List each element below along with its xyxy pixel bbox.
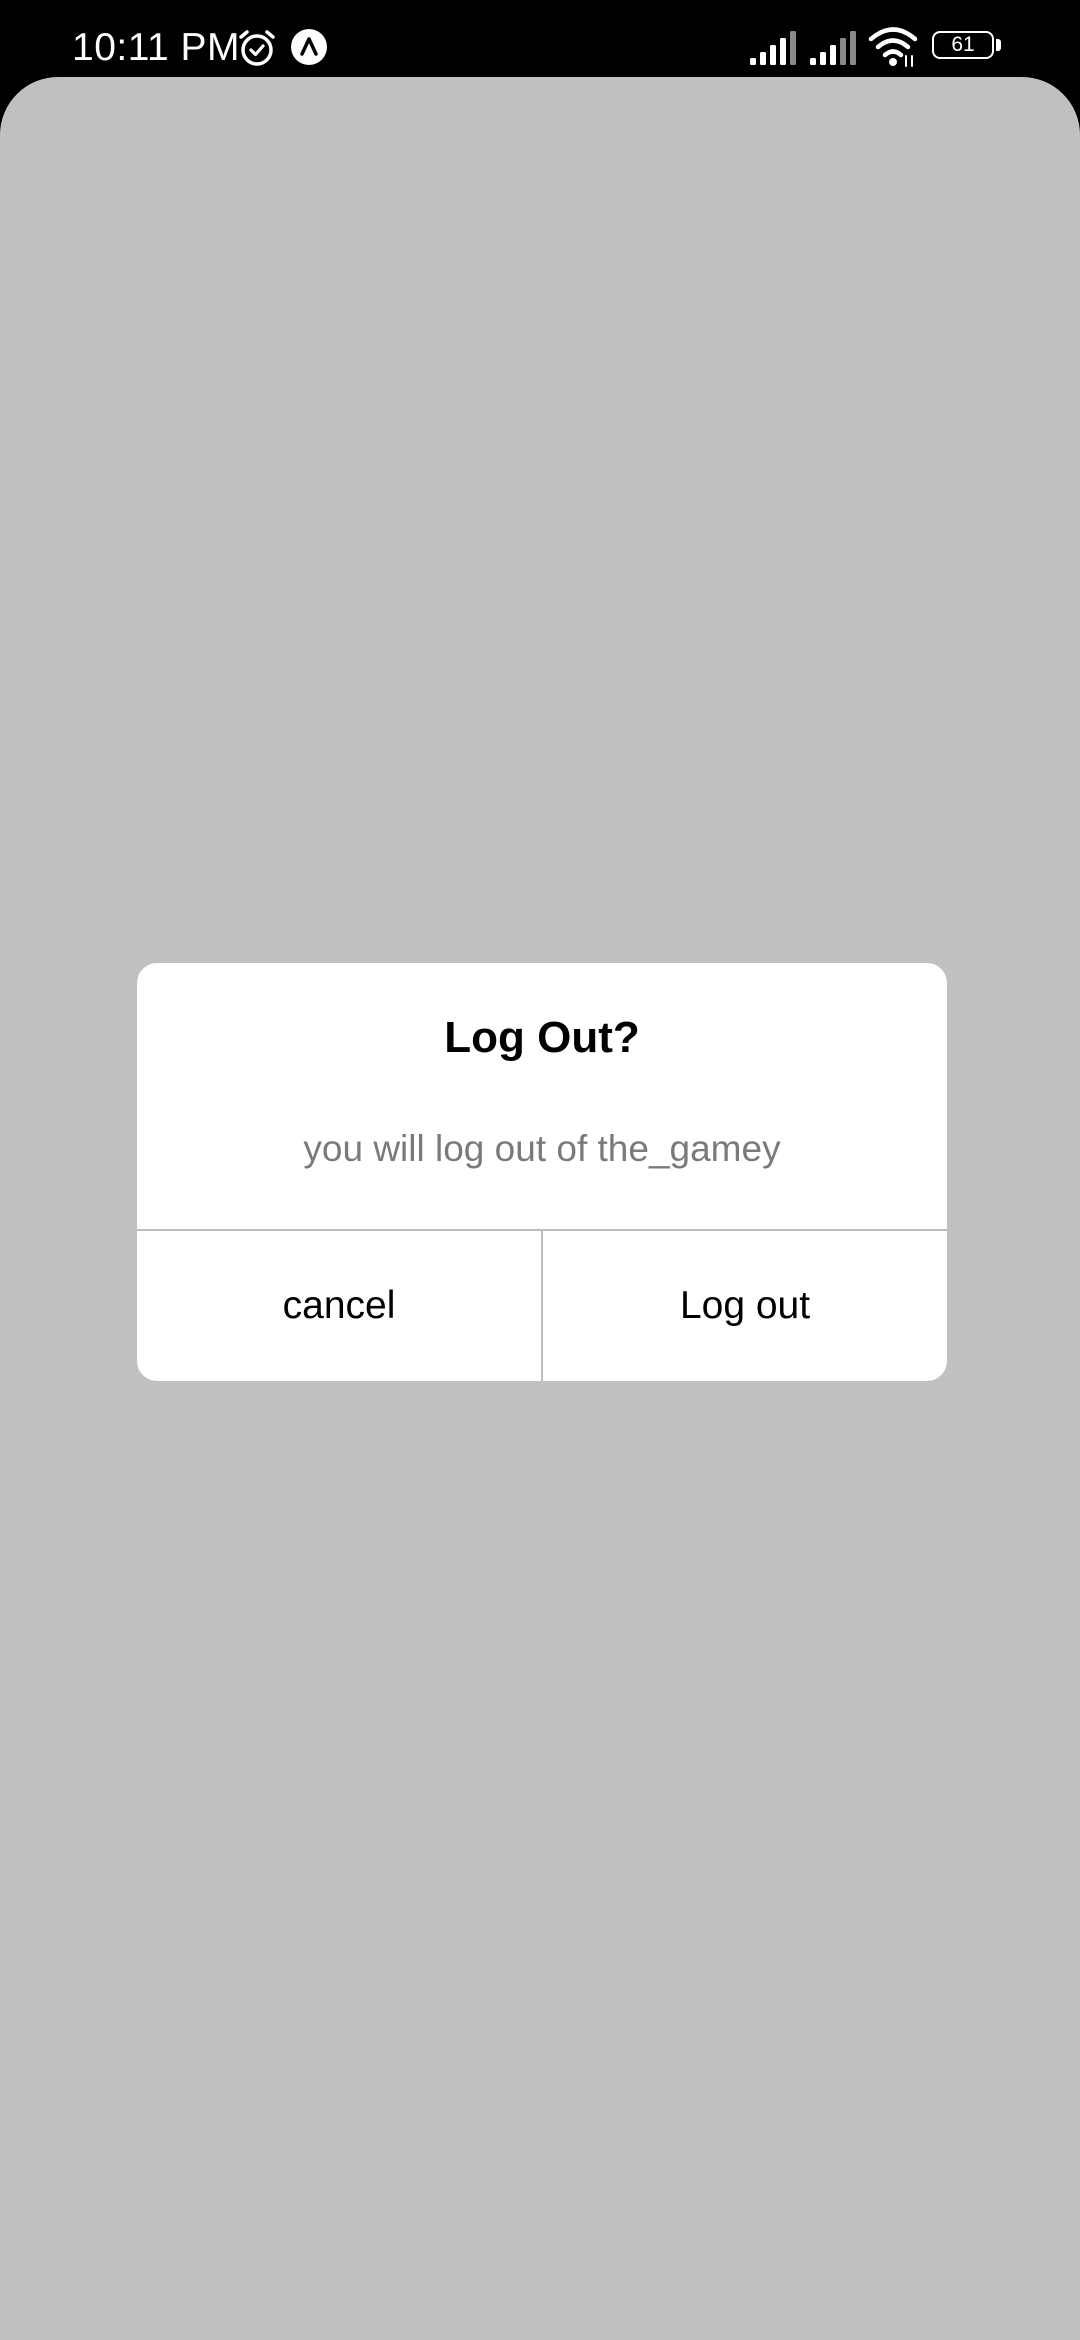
dialog-title: Log Out? bbox=[444, 1013, 640, 1062]
battery-tip bbox=[996, 39, 1001, 51]
cancel-button[interactable]: cancel bbox=[137, 1231, 541, 1381]
signal-icon bbox=[750, 31, 796, 65]
signal-icon bbox=[810, 31, 856, 65]
status-time: 10:11 PM bbox=[72, 26, 241, 69]
navigation-icon bbox=[291, 29, 327, 65]
alarm-icon bbox=[239, 30, 275, 66]
battery-level: 61 bbox=[932, 31, 994, 59]
logout-dialog: Log Out? you will log out of the_gamey c… bbox=[137, 963, 947, 1381]
dialog-message: you will log out of the_gamey bbox=[303, 1128, 781, 1169]
logout-button[interactable]: Log out bbox=[543, 1231, 947, 1381]
wifi-icon bbox=[868, 27, 918, 67]
battery-icon: 61 bbox=[932, 31, 1002, 63]
